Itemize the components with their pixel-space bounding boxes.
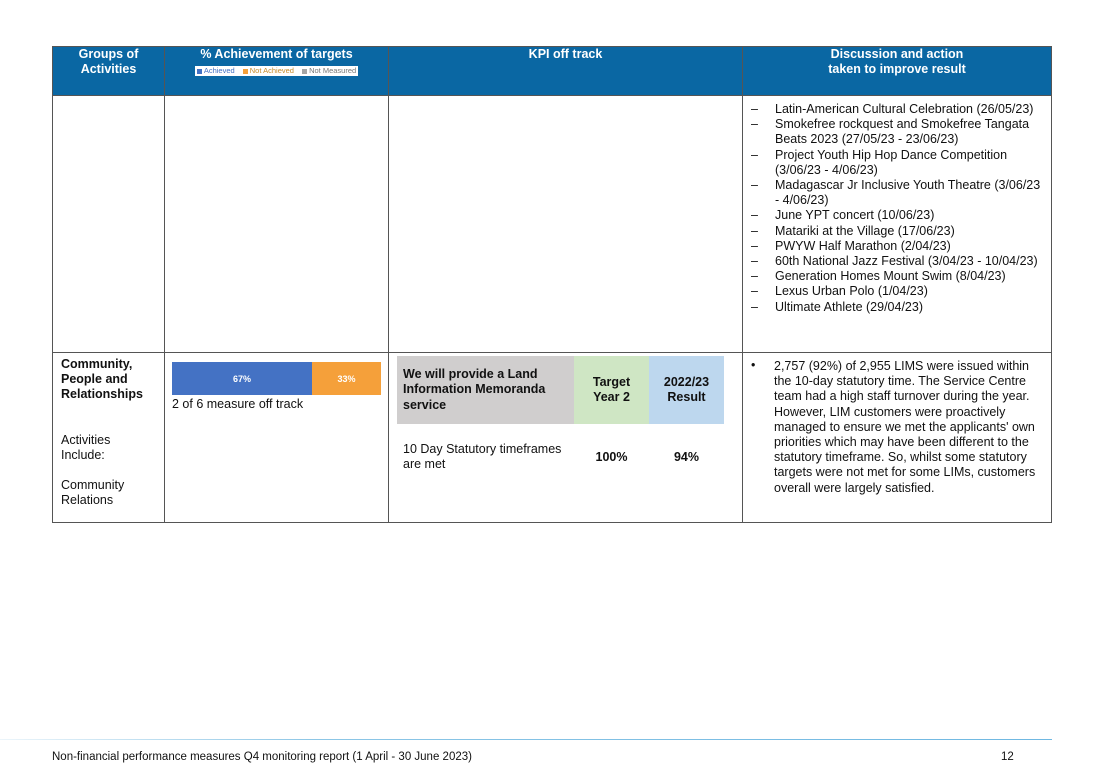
kpi-target-heading: Target Year 2 bbox=[574, 356, 649, 424]
event-list-item: Project Youth Hip Hop Dance Competition … bbox=[751, 148, 1045, 178]
header-kpi: KPI off track bbox=[388, 46, 743, 96]
event-list-item: PWYW Half Marathon (2/04/23) bbox=[751, 239, 1045, 254]
empty-cell bbox=[388, 95, 743, 353]
table-header-row: Groups of Activities % Achievement of ta… bbox=[52, 46, 1052, 96]
achieved-segment: 67% bbox=[172, 362, 313, 395]
header-achievement-label: % Achievement of targets bbox=[200, 47, 353, 61]
header-discussion: Discussion and action taken to improve r… bbox=[742, 46, 1052, 96]
table-row: Community, People and Relationships Acti… bbox=[52, 352, 1052, 523]
table-row: Latin-American Cultural Celebration (26/… bbox=[52, 95, 1052, 353]
discussion-cell: • 2,757 (92%) of 2,955 LIMS were issued … bbox=[742, 352, 1052, 523]
event-list-item: 60th National Jazz Festival (3/04/23 - 1… bbox=[751, 254, 1045, 269]
header-groups: Groups of Activities bbox=[52, 46, 165, 96]
kpi-table: Groups of Activities % Achievement of ta… bbox=[52, 46, 1052, 523]
achievement-cell: 67% 33% 2 of 6 measure off track bbox=[164, 352, 389, 523]
event-list-item: Lexus Urban Polo (1/04/23) bbox=[751, 284, 1045, 299]
kpi-result-heading: 2022/23 Result bbox=[649, 356, 724, 424]
page-number: 12 bbox=[1001, 751, 1014, 763]
kpi-service-heading: We will provide a Land Information Memor… bbox=[397, 356, 574, 424]
event-list-item: Ultimate Athlete (29/04/23) bbox=[751, 300, 1045, 315]
header-groups-label: Groups of Activities bbox=[78, 47, 139, 76]
footer-text: Non-financial performance measures Q4 mo… bbox=[52, 751, 472, 763]
event-list-item: Latin-American Cultural Celebration (26/… bbox=[751, 102, 1045, 117]
event-list-item: Generation Homes Mount Swim (8/04/23) bbox=[751, 269, 1045, 284]
kpi-result-value: 94% bbox=[673, 450, 700, 464]
chart-legend: Achieved Not Achieved Not Measured bbox=[194, 66, 359, 76]
events-cell: Latin-American Cultural Celebration (26/… bbox=[742, 95, 1052, 353]
kpi-measure: 10 Day Statutory timeframes are met bbox=[403, 442, 562, 472]
achievement-caption: 2 of 6 measure off track bbox=[172, 397, 304, 411]
legend-achieved: Achieved bbox=[196, 66, 235, 75]
group-name: Community, People and Relationships bbox=[61, 357, 143, 402]
kpi-target-value: 100% bbox=[595, 450, 628, 464]
activity-name: Community Relations bbox=[61, 478, 125, 508]
not-achieved-pct-label: 33% bbox=[337, 373, 356, 384]
empty-cell bbox=[52, 95, 165, 353]
header-discussion-label: Discussion and action taken to improve r… bbox=[828, 47, 966, 76]
event-list-item: June YPT concert (10/06/23) bbox=[751, 208, 1045, 223]
kpi-cell: We will provide a Land Information Memor… bbox=[388, 352, 743, 523]
not-achieved-segment: 33% bbox=[312, 362, 381, 395]
achievement-bar: 67% 33% bbox=[172, 362, 381, 395]
legend-not-measured: Not Measured bbox=[302, 66, 356, 75]
group-cell: Community, People and Relationships Acti… bbox=[52, 352, 165, 523]
event-list-item: Madagascar Jr Inclusive Youth Theatre (3… bbox=[751, 178, 1045, 208]
discussion-text: 2,757 (92%) of 2,955 LIMS were issued wi… bbox=[774, 359, 1036, 495]
activities-label: Activities Include: bbox=[61, 432, 111, 462]
bullet-icon: • bbox=[751, 358, 756, 372]
legend-not-achieved: Not Achieved bbox=[242, 66, 294, 75]
event-list-item: Smokefree rockquest and Smokefree Tangat… bbox=[751, 117, 1045, 147]
achieved-pct-label: 67% bbox=[233, 373, 252, 384]
kpi-inner-table: We will provide a Land Information Memor… bbox=[397, 356, 742, 472]
header-achievement: % Achievement of targets Achieved Not Ac… bbox=[164, 46, 389, 96]
events-list: Latin-American Cultural Celebration (26/… bbox=[743, 96, 1051, 315]
empty-cell bbox=[164, 95, 389, 353]
footer-divider bbox=[0, 739, 1052, 740]
event-list-item: Matariki at the Village (17/06/23) bbox=[751, 224, 1045, 239]
